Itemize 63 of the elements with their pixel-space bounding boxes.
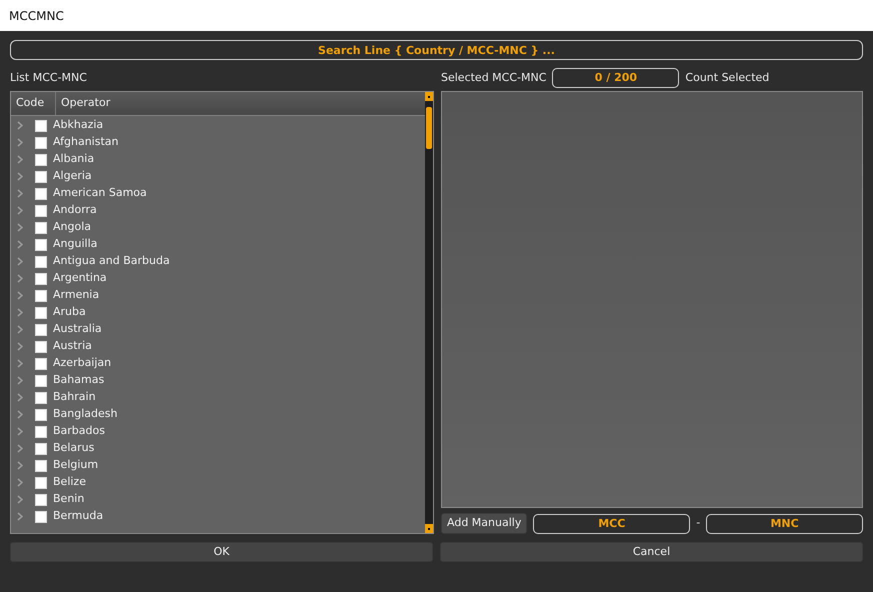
checkbox[interactable] bbox=[35, 460, 47, 472]
checkbox[interactable] bbox=[35, 306, 47, 318]
checkbox[interactable] bbox=[35, 476, 47, 488]
checkbox[interactable] bbox=[35, 358, 47, 370]
checkbox[interactable] bbox=[35, 290, 47, 302]
checkbox[interactable] bbox=[35, 154, 47, 166]
checkbox[interactable] bbox=[35, 136, 47, 148]
country-name[interactable]: Algeria bbox=[53, 168, 92, 185]
count-field: 0 / 200 bbox=[552, 68, 680, 88]
checkbox[interactable] bbox=[35, 256, 47, 268]
country-name[interactable]: Aruba bbox=[53, 304, 86, 321]
scrollbar[interactable] bbox=[425, 92, 433, 533]
mnc-field[interactable]: MNC bbox=[706, 514, 864, 534]
country-name[interactable]: Bahamas bbox=[53, 372, 104, 389]
country-name[interactable]: Abkhazia bbox=[53, 117, 104, 134]
column-header[interactable]: Operator bbox=[56, 92, 425, 115]
add-manually-button[interactable]: Add Manually bbox=[441, 513, 528, 534]
search-field[interactable]: Search Line { Country / MCC-MNC } ... bbox=[10, 40, 863, 60]
country-name[interactable]: Andorra bbox=[53, 202, 97, 219]
checkbox[interactable] bbox=[35, 426, 47, 438]
checkbox[interactable] bbox=[35, 324, 47, 336]
list-label: List MCC-MNC bbox=[10, 70, 87, 86]
checkbox[interactable] bbox=[35, 494, 47, 506]
checkbox[interactable] bbox=[35, 188, 47, 200]
country-name[interactable]: Belarus bbox=[53, 440, 94, 457]
country-name[interactable]: Azerbaijan bbox=[53, 355, 112, 372]
country-name[interactable]: Afghanistan bbox=[53, 134, 118, 151]
column-header[interactable]: Code bbox=[11, 92, 56, 115]
country-name[interactable]: Albania bbox=[53, 151, 94, 168]
country-name[interactable]: Antigua and Barbuda bbox=[53, 253, 170, 270]
checkbox[interactable] bbox=[35, 222, 47, 234]
count-label: Count Selected bbox=[685, 70, 770, 86]
country-name[interactable]: Angola bbox=[53, 219, 92, 236]
country-name[interactable]: American Samoa bbox=[53, 185, 147, 202]
checkbox[interactable] bbox=[35, 374, 47, 386]
country-name[interactable]: Benin bbox=[53, 491, 84, 508]
checkbox[interactable] bbox=[35, 408, 47, 420]
country-name[interactable]: Belize bbox=[53, 474, 86, 491]
country-name[interactable]: Australia bbox=[53, 321, 102, 338]
country-name[interactable]: Bermuda bbox=[53, 508, 104, 525]
country-name[interactable]: Austria bbox=[53, 338, 92, 355]
mcc-field[interactable]: MCC bbox=[533, 514, 690, 534]
country-name[interactable]: Bangladesh bbox=[53, 406, 118, 423]
selected-label: Selected MCC-MNC bbox=[441, 70, 546, 86]
checkbox[interactable] bbox=[35, 204, 47, 216]
separator: - bbox=[696, 515, 700, 532]
checkbox[interactable] bbox=[35, 510, 47, 522]
country-name[interactable]: Bahrain bbox=[53, 389, 96, 406]
country-name[interactable]: Armenia bbox=[53, 287, 100, 304]
checkbox[interactable] bbox=[35, 340, 47, 352]
checkbox[interactable] bbox=[35, 120, 47, 132]
cancel-button[interactable]: Cancel bbox=[440, 542, 863, 562]
window-title: MCCMNC bbox=[9, 8, 64, 24]
country-name[interactable]: Anguilla bbox=[53, 236, 98, 253]
checkbox[interactable] bbox=[35, 238, 47, 250]
checkbox[interactable] bbox=[35, 392, 47, 404]
ok-button[interactable]: OK bbox=[10, 542, 433, 562]
country-name[interactable]: Argentina bbox=[53, 270, 107, 287]
checkbox[interactable] bbox=[35, 170, 47, 182]
checkbox[interactable] bbox=[35, 442, 47, 454]
country-name[interactable]: Belgium bbox=[53, 457, 98, 474]
checkbox[interactable] bbox=[35, 272, 47, 284]
country-name[interactable]: Barbados bbox=[53, 423, 105, 440]
